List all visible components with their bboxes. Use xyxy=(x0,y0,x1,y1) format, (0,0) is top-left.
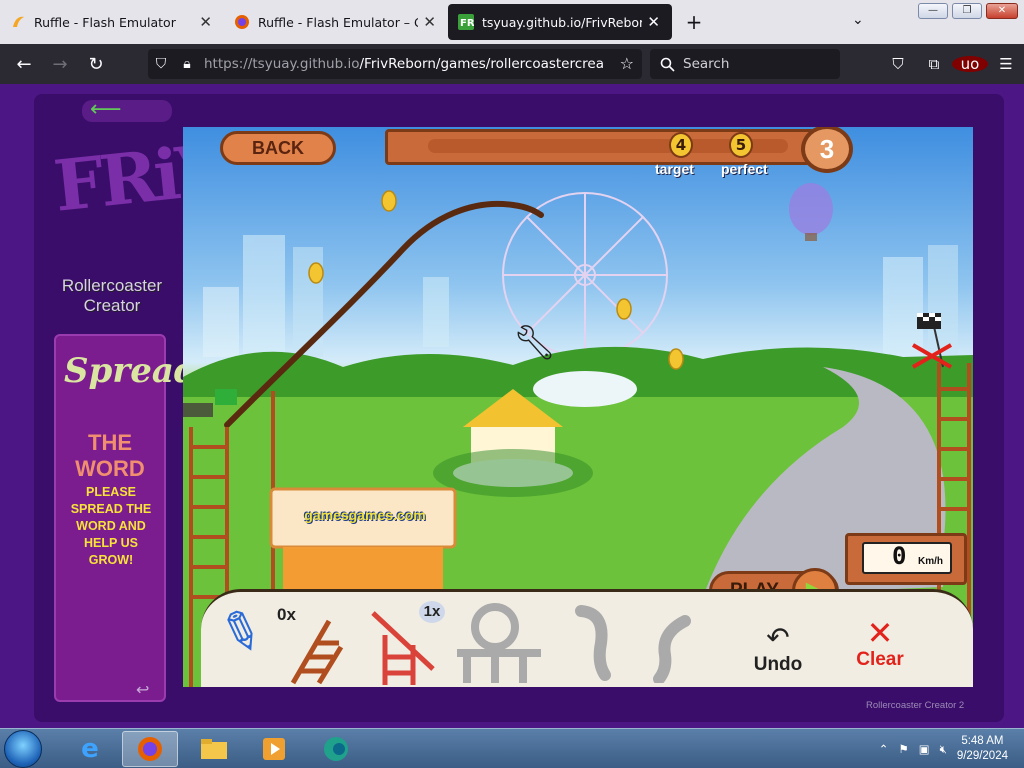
close-icon[interactable]: ✕ xyxy=(647,13,660,31)
lock-icon[interactable]: 🔒︎ xyxy=(174,56,200,72)
navigation-bar: ← → ↻ ⛉ 🔒︎ https://tsyuay.github.io/Friv… xyxy=(0,44,1024,84)
back-arrow-icon[interactable]: ← xyxy=(6,54,42,75)
forward-arrow-icon[interactable]: → xyxy=(42,54,78,75)
start-button[interactable] xyxy=(4,730,42,768)
track-support-icon xyxy=(290,619,344,685)
window-controls: — ❐ ✕ xyxy=(918,3,1018,19)
speed-unit: Km/h xyxy=(918,556,943,567)
start-flag xyxy=(215,389,237,405)
maximize-button[interactable]: ❐ xyxy=(952,3,982,19)
address-bar[interactable]: ⛉ 🔒︎ https://tsyuay.github.io/FrivReborn… xyxy=(148,49,642,79)
tab-label: tsyuay.github.io/FrivReborn/ga xyxy=(482,14,642,30)
bookmark-star-icon[interactable]: ☆ xyxy=(620,54,634,73)
perfect-label: perfect xyxy=(721,161,768,177)
action-center-flag-icon[interactable]: ⚑ xyxy=(898,742,908,756)
undo-icon: ↶ xyxy=(766,621,790,654)
game-title: Rollercoaster Creator xyxy=(61,276,163,315)
scaffold-icon xyxy=(371,611,435,685)
sidebar-back-arrow-icon[interactable]: ⟵ xyxy=(82,99,172,122)
shield-icon[interactable]: ⛉ xyxy=(148,56,174,72)
page-content: ⟵ FRiV Rollercoaster Creator Spread THE … xyxy=(0,84,1024,728)
tab-friv[interactable]: FR tsyuay.github.io/FrivReborn/ga ✕ xyxy=(448,4,672,40)
new-tab-button[interactable]: + xyxy=(672,0,716,44)
loop-track-icon xyxy=(457,603,541,683)
show-hidden-icons-icon[interactable]: ⌃ xyxy=(879,742,889,756)
track-tool[interactable] xyxy=(279,607,351,687)
reload-icon[interactable]: ↻ xyxy=(78,54,114,75)
perfect-marker-icon: 5 xyxy=(729,132,753,158)
pocket-icon[interactable]: ⛉ xyxy=(880,55,916,73)
friv-icon: FR xyxy=(458,14,474,30)
left-sidebar: ⟵ FRiV Rollercoaster Creator Spread THE … xyxy=(40,96,231,706)
firefox-icon[interactable] xyxy=(122,731,178,767)
file-explorer-icon[interactable] xyxy=(186,731,242,767)
clear-button[interactable]: ✕ Clear xyxy=(847,617,913,681)
loop-tool[interactable] xyxy=(451,597,545,685)
edge-icon[interactable] xyxy=(308,731,364,767)
game-canvas[interactable]: BACK 4 5 target perfect 3 🔧︎ gamesgames.… xyxy=(183,127,973,687)
volume-muted-icon[interactable]: 🔇︎ xyxy=(940,742,947,757)
search-icon xyxy=(660,57,675,72)
tab-ruffle[interactable]: Ruffle - Flash Emulator ✕ xyxy=(0,0,224,44)
target-label: target xyxy=(655,161,694,177)
spread-word: THE WORD xyxy=(75,430,145,481)
extensions-icon[interactable]: ⧉ xyxy=(916,55,952,73)
speedometer: 0 Km/h xyxy=(845,533,967,585)
tab-label: Ruffle - Flash Emulator – Get the xyxy=(258,14,418,30)
tab-ruffle-get[interactable]: Ruffle - Flash Emulator – Get the ✕ xyxy=(224,0,448,44)
tab-label: Ruffle - Flash Emulator xyxy=(34,14,176,30)
minimize-button[interactable]: — xyxy=(918,3,948,19)
system-tray: ⌃ ⚑ ▣ 🔇︎ 5:48 AM 9/29/2024 xyxy=(879,729,1008,768)
svg-text:FR: FR xyxy=(460,18,474,29)
tab-strip: Ruffle - Flash Emulator ✕ Ruffle - Flash… xyxy=(0,0,1024,44)
dome-building xyxy=(533,371,637,407)
search-input[interactable]: Search xyxy=(650,49,840,79)
curve-track-icon xyxy=(575,605,691,685)
curve-tool[interactable] xyxy=(575,603,705,685)
close-window-button[interactable]: ✕ xyxy=(986,3,1018,19)
level-indicator: 3 xyxy=(801,127,853,173)
close-icon[interactable]: ✕ xyxy=(423,13,436,31)
speed-value: 0 xyxy=(892,542,907,570)
menu-icon[interactable]: ☰ xyxy=(988,55,1024,73)
undo-button[interactable]: ↶ Undo xyxy=(743,621,813,681)
close-icon[interactable]: ✕ xyxy=(199,13,212,31)
windows-taskbar: e ⌃ ⚑ ▣ 🔇︎ 5:48 AM 9/29/2024 xyxy=(0,728,1024,768)
support-tool[interactable] xyxy=(363,605,443,687)
game-credit: Rollercoaster Creator 2 xyxy=(866,700,965,711)
spread-the-word-banner[interactable]: Spread THE WORD PLEASE SPREAD THE WORD A… xyxy=(54,334,198,702)
billboard-text: gamesgames.com xyxy=(304,507,426,523)
clock[interactable]: 5:48 AM 9/29/2024 xyxy=(957,734,1008,764)
internet-explorer-icon[interactable]: e xyxy=(62,731,118,767)
chevron-down-icon[interactable]: ⌄ xyxy=(852,12,864,28)
spread-message: PLEASE SPREAD THE WORD AND HELP US GROW! xyxy=(70,485,152,567)
url-text[interactable]: https://tsyuay.github.io/FrivReborn/game… xyxy=(204,56,604,72)
media-player-icon[interactable] xyxy=(246,731,302,767)
wrench-cursor-icon: 🔧︎ xyxy=(513,323,557,363)
network-icon[interactable]: ▣ xyxy=(919,742,930,756)
coaster-cart xyxy=(183,403,213,417)
ruffle-icon xyxy=(13,16,24,27)
target-marker-icon: 4 xyxy=(669,132,693,158)
hot-air-balloon xyxy=(789,183,833,241)
spread-title: Spread xyxy=(64,351,198,391)
undo-label: Undo xyxy=(753,654,803,675)
share-icon[interactable]: ↩ xyxy=(136,680,149,699)
firefox-icon xyxy=(235,15,249,29)
ublock-icon[interactable]: uo xyxy=(952,55,988,73)
back-button[interactable]: BACK xyxy=(220,131,336,165)
coins xyxy=(308,190,684,370)
clear-x-icon: ✕ xyxy=(866,614,894,652)
clear-label: Clear xyxy=(856,649,904,670)
